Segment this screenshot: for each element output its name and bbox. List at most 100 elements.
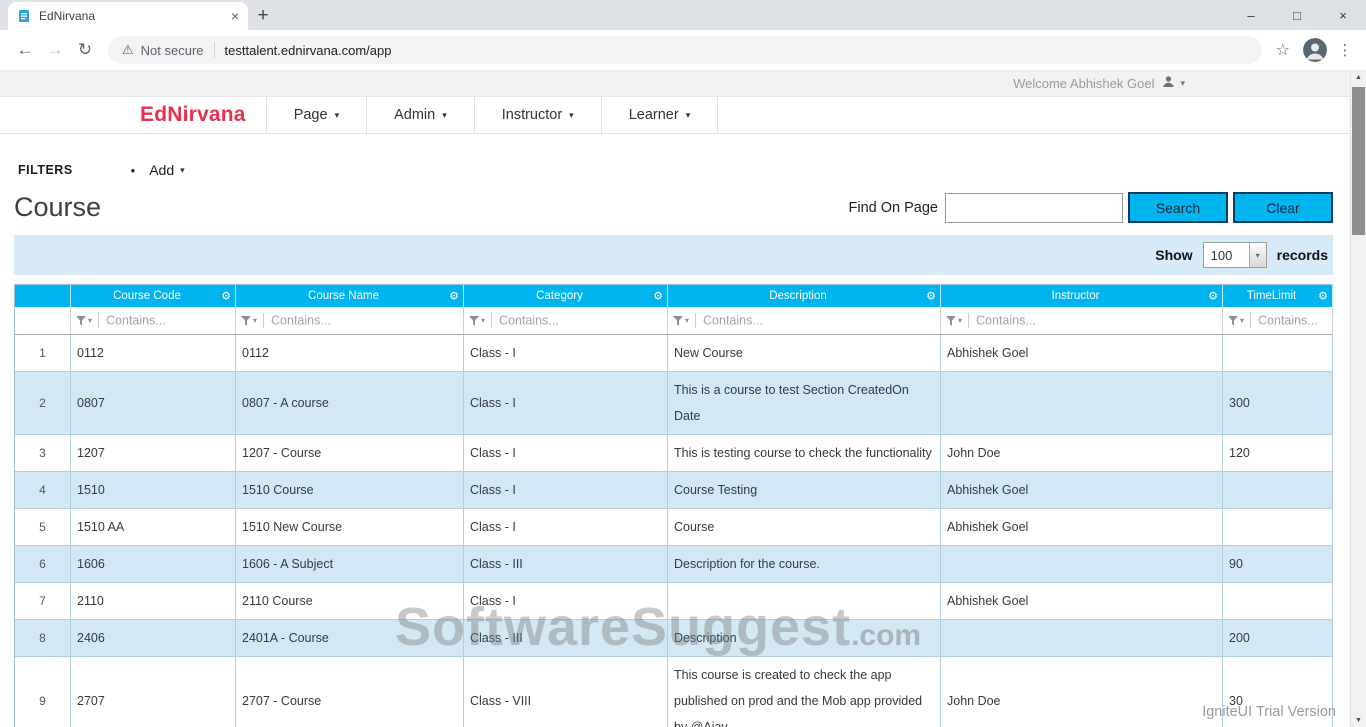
- gear-icon[interactable]: ⚙: [1318, 290, 1328, 303]
- table-cell[interactable]: Description: [668, 620, 941, 657]
- column-header-timelimit[interactable]: TimeLimit⚙: [1223, 285, 1333, 307]
- table-cell[interactable]: John Doe: [941, 435, 1223, 472]
- table-cell[interactable]: 1510 New Course: [236, 509, 464, 546]
- url-bar[interactable]: ⚠ Not secure testtalent.ednirvana.com/ap…: [108, 36, 1262, 64]
- gear-icon[interactable]: ⚙: [926, 290, 936, 303]
- table-cell[interactable]: John Doe: [941, 657, 1223, 727]
- filter-funnel-icon[interactable]: ▾: [673, 308, 689, 334]
- add-dropdown[interactable]: Add ▾: [149, 162, 184, 178]
- filter-cell-timelimit[interactable]: ▾Contains...: [1223, 307, 1333, 335]
- table-row[interactable]: 51510 AA1510 New CourseClass - ICourseAb…: [15, 509, 1333, 546]
- table-cell[interactable]: 2110 Course: [236, 583, 464, 620]
- filter-cell-category[interactable]: ▾Contains...: [464, 307, 668, 335]
- table-cell[interactable]: 1606: [71, 546, 236, 583]
- nav-item-instructor[interactable]: Instructor▾: [474, 97, 601, 133]
- select-dropdown-button[interactable]: ▾: [1249, 243, 1266, 267]
- filter-cell-course-code[interactable]: ▾Contains...: [71, 307, 236, 335]
- vertical-scrollbar[interactable]: ▲ ▼: [1350, 71, 1366, 727]
- column-header-course-name[interactable]: Course Name⚙: [236, 285, 464, 307]
- table-cell[interactable]: This course is created to check the app …: [668, 657, 941, 727]
- filter-cell-instructor[interactable]: ▾Contains...: [941, 307, 1223, 335]
- table-cell[interactable]: 2707 - Course: [236, 657, 464, 727]
- table-cell[interactable]: 0112: [71, 335, 236, 372]
- user-menu[interactable]: ▾: [1162, 75, 1185, 93]
- table-cell[interactable]: Abhishek Goel: [941, 335, 1223, 372]
- security-label[interactable]: Not secure: [141, 43, 204, 58]
- nav-item-admin[interactable]: Admin▾: [366, 97, 474, 133]
- table-cell[interactable]: Class - III: [464, 620, 668, 657]
- gear-icon[interactable]: ⚙: [221, 290, 231, 303]
- table-cell[interactable]: Class - III: [464, 546, 668, 583]
- close-button[interactable]: ×: [1320, 0, 1366, 30]
- table-cell[interactable]: This is testing course to check the func…: [668, 435, 941, 472]
- table-cell[interactable]: Course: [668, 509, 941, 546]
- column-header-course-code[interactable]: Course Code⚙: [71, 285, 236, 307]
- table-cell[interactable]: Class - I: [464, 509, 668, 546]
- table-cell[interactable]: 1207 - Course: [236, 435, 464, 472]
- table-cell[interactable]: Class - I: [464, 472, 668, 509]
- brand-logo[interactable]: EdNirvana: [140, 103, 246, 127]
- scroll-up-arrow-icon[interactable]: ▲: [1351, 74, 1366, 81]
- filter-funnel-icon[interactable]: ▾: [946, 308, 962, 334]
- new-tab-button[interactable]: +: [248, 2, 278, 30]
- filter-funnel-icon[interactable]: ▾: [241, 308, 257, 334]
- table-cell[interactable]: Class - I: [464, 583, 668, 620]
- gear-icon[interactable]: ⚙: [449, 290, 459, 303]
- table-row[interactable]: 721102110 CourseClass - IAbhishek Goel: [15, 583, 1333, 620]
- forward-icon[interactable]: →: [40, 40, 70, 60]
- search-button[interactable]: Search: [1128, 192, 1228, 223]
- table-cell[interactable]: New Course: [668, 335, 941, 372]
- table-row[interactable]: 927072707 - CourseClass - VIIIThis cours…: [15, 657, 1333, 727]
- table-cell[interactable]: Class - VIII: [464, 657, 668, 727]
- filter-funnel-icon[interactable]: ▾: [469, 308, 485, 334]
- table-cell[interactable]: Class - I: [464, 372, 668, 435]
- table-cell[interactable]: 1606 - A Subject: [236, 546, 464, 583]
- filter-funnel-icon[interactable]: ▾: [1228, 308, 1244, 334]
- table-cell[interactable]: Description for the course.: [668, 546, 941, 583]
- reload-icon[interactable]: ↻: [70, 40, 100, 60]
- table-cell[interactable]: 2401A - Course: [236, 620, 464, 657]
- table-row[interactable]: 415101510 CourseClass - ICourse TestingA…: [15, 472, 1333, 509]
- table-cell[interactable]: [1223, 472, 1333, 509]
- table-row[interactable]: 101120112Class - INew CourseAbhishek Goe…: [15, 335, 1333, 372]
- table-cell[interactable]: 1510: [71, 472, 236, 509]
- table-cell[interactable]: This is a course to test Section Created…: [668, 372, 941, 435]
- filter-cell-description[interactable]: ▾Contains...: [668, 307, 941, 335]
- back-icon[interactable]: ←: [10, 40, 40, 60]
- table-cell[interactable]: [1223, 583, 1333, 620]
- table-cell[interactable]: 0112: [236, 335, 464, 372]
- browser-profile-avatar[interactable]: [1303, 38, 1327, 62]
- gear-icon[interactable]: ⚙: [653, 290, 663, 303]
- table-cell[interactable]: [668, 583, 941, 620]
- table-cell[interactable]: 1510 Course: [236, 472, 464, 509]
- url-text[interactable]: testtalent.ednirvana.com/app: [225, 43, 392, 58]
- table-cell[interactable]: 1207: [71, 435, 236, 472]
- records-count-select[interactable]: 100 ▾: [1203, 242, 1267, 268]
- column-header-category[interactable]: Category⚙: [464, 285, 668, 307]
- table-row[interactable]: 312071207 - CourseClass - IThis is testi…: [15, 435, 1333, 472]
- table-cell[interactable]: 0807: [71, 372, 236, 435]
- clear-button[interactable]: Clear: [1233, 192, 1333, 223]
- table-cell[interactable]: 120: [1223, 435, 1333, 472]
- scroll-down-arrow-icon[interactable]: ▼: [1351, 717, 1366, 724]
- filter-funnel-icon[interactable]: ▾: [76, 308, 92, 334]
- table-row[interactable]: 616061606 - A SubjectClass - IIIDescript…: [15, 546, 1333, 583]
- maximize-button[interactable]: □: [1274, 0, 1320, 30]
- column-header-description[interactable]: Description⚙: [668, 285, 941, 307]
- table-row[interactable]: 208070807 - A courseClass - IThis is a c…: [15, 372, 1333, 435]
- table-cell[interactable]: [941, 546, 1223, 583]
- table-cell[interactable]: 2707: [71, 657, 236, 727]
- nav-item-learner[interactable]: Learner▾: [601, 97, 719, 133]
- table-cell[interactable]: 90: [1223, 546, 1333, 583]
- table-cell[interactable]: 0807 - A course: [236, 372, 464, 435]
- gear-icon[interactable]: ⚙: [1208, 290, 1218, 303]
- bookmark-star-icon[interactable]: ☆: [1276, 40, 1290, 60]
- table-cell[interactable]: Class - I: [464, 435, 668, 472]
- table-cell[interactable]: 1510 AA: [71, 509, 236, 546]
- table-cell[interactable]: Abhishek Goel: [941, 583, 1223, 620]
- nav-item-page[interactable]: Page▾: [266, 97, 366, 133]
- table-cell[interactable]: [1223, 509, 1333, 546]
- find-on-page-input[interactable]: [945, 193, 1123, 223]
- table-cell[interactable]: 300: [1223, 372, 1333, 435]
- table-cell[interactable]: [941, 372, 1223, 435]
